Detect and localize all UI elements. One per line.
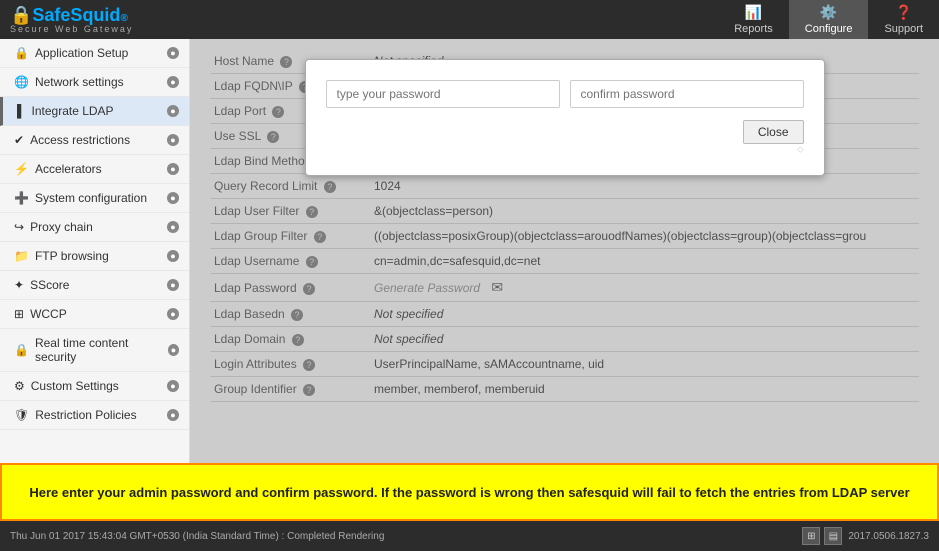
password-modal: Close ⬦ [305,59,825,176]
sidebar-item-label: Integrate LDAP [32,104,114,118]
sidebar-item-label: Restriction Policies [35,408,136,422]
help-dot: ● [167,134,179,146]
help-dot: ● [167,192,179,204]
sidebar-item-wccp[interactable]: ⊞ WCCP ● [0,300,189,329]
sidebar-item-label: Network settings [35,75,124,89]
password-input[interactable] [326,80,560,108]
sidebar-item-label: SScore [30,278,69,292]
logo-sub: Secure Web Gateway [10,24,133,34]
sidebar-item-label: Real time content security [35,336,162,364]
nav-support[interactable]: ❓ Support [868,0,939,39]
sidebar-item-proxy-chain[interactable]: ↪ Proxy chain ● [0,213,189,242]
sidebar-item-label: Accelerators [35,162,102,176]
main-layout: 🔒 Application Setup ● 🌐 Network settings… [0,39,939,463]
help-dot: ● [167,380,179,392]
modal-close-button[interactable]: Close [743,120,804,144]
help-dot: ● [167,105,179,117]
header: 🔒SafeSquid® Secure Web Gateway 📊 Reports… [0,0,939,39]
gear-icon: ➕ [14,191,29,205]
modal-actions: Close [326,120,804,144]
sidebar-item-sscore[interactable]: ✦ SScore ● [0,271,189,300]
sidebar-item-label: Custom Settings [31,379,119,393]
arrow-icon: ↪ [14,220,24,234]
sidebar-item-label: Access restrictions [30,133,130,147]
sidebar-item-accelerators[interactable]: ⚡ Accelerators ● [0,155,189,184]
support-icon: ❓ [895,4,912,21]
modal-resize-handle[interactable]: ⬦ [326,144,804,155]
policy-icon: 🛡 [14,408,29,422]
help-dot: ● [167,163,179,175]
help-dot: ● [167,221,179,233]
lock-icon: 🔒 [14,46,29,60]
sidebar-item-network-settings[interactable]: 🌐 Network settings ● [0,68,189,97]
network-icon: 🌐 [14,75,29,89]
modal-inputs [326,80,804,108]
wccp-icon: ⊞ [14,307,24,321]
sidebar-item-custom-settings[interactable]: ⚙ Custom Settings ● [0,372,189,401]
nav-reports[interactable]: 📊 Reports [718,0,789,39]
bolt-icon: ⚡ [14,162,29,176]
sidebar-item-label: System configuration [35,191,147,205]
bar-icon: ▌ [17,104,26,118]
help-dot: ● [167,279,179,291]
ftp-icon: 📁 [14,249,29,263]
status-icon-2[interactable]: ▤ [824,527,842,545]
support-label: Support [884,23,923,35]
sidebar-item-restriction-policies[interactable]: 🛡 Restriction Policies ● [0,401,189,430]
sidebar-item-access-restrictions[interactable]: ✔ Access restrictions ● [0,126,189,155]
status-text: Thu Jun 01 2017 15:43:04 GMT+0530 (India… [10,531,384,542]
reports-label: Reports [734,23,773,35]
version-text: 2017.0506.1827.3 [848,531,929,542]
help-dot: ● [167,250,179,262]
reports-icon: 📊 [745,4,762,21]
sidebar-item-label: Application Setup [35,46,128,60]
star-icon: ✦ [14,278,24,292]
configure-label: Configure [805,23,853,35]
sidebar-item-label: Proxy chain [30,220,93,234]
status-icon-1[interactable]: ⊞ [802,527,820,545]
sidebar-item-label: WCCP [30,307,67,321]
sidebar-item-ftp-browsing[interactable]: 📁 FTP browsing ● [0,242,189,271]
help-dot: ● [167,409,179,421]
sidebar-item-label: FTP browsing [35,249,109,263]
nav-configure[interactable]: ⚙️ Configure [789,0,869,39]
help-dot: ● [167,308,179,320]
status-icons: ⊞ ▤ [802,527,842,545]
header-nav: 📊 Reports ⚙️ Configure ❓ Support [718,0,939,39]
confirm-password-input[interactable] [570,80,804,108]
status-bar: Thu Jun 01 2017 15:43:04 GMT+0530 (India… [0,521,939,551]
main-content: Host Name ? Not specified Ldap FQDN\IP ?… [190,39,939,463]
sidebar-item-integrate-ldap[interactable]: ▌ Integrate LDAP ● [0,97,189,126]
help-dot: ● [168,344,179,356]
configure-icon: ⚙️ [820,4,837,21]
modal-overlay: Close ⬦ [190,39,939,463]
banner-text: Here enter your admin password and confi… [29,485,909,500]
sidebar: 🔒 Application Setup ● 🌐 Network settings… [0,39,190,463]
shield-icon: 🔒 [14,343,29,357]
sidebar-item-realtime-content[interactable]: 🔒 Real time content security ● [0,329,189,372]
logo-text: 🔒SafeSquid® [10,5,128,25]
check-icon: ✔ [14,133,24,147]
custom-icon: ⚙ [14,379,25,393]
sidebar-item-system-config[interactable]: ➕ System configuration ● [0,184,189,213]
logo: 🔒SafeSquid® Secure Web Gateway [0,0,190,39]
help-dot: ● [167,76,179,88]
sidebar-item-application-setup[interactable]: 🔒 Application Setup ● [0,39,189,68]
help-dot: ● [167,47,179,59]
bottom-banner: Here enter your admin password and confi… [0,463,939,521]
